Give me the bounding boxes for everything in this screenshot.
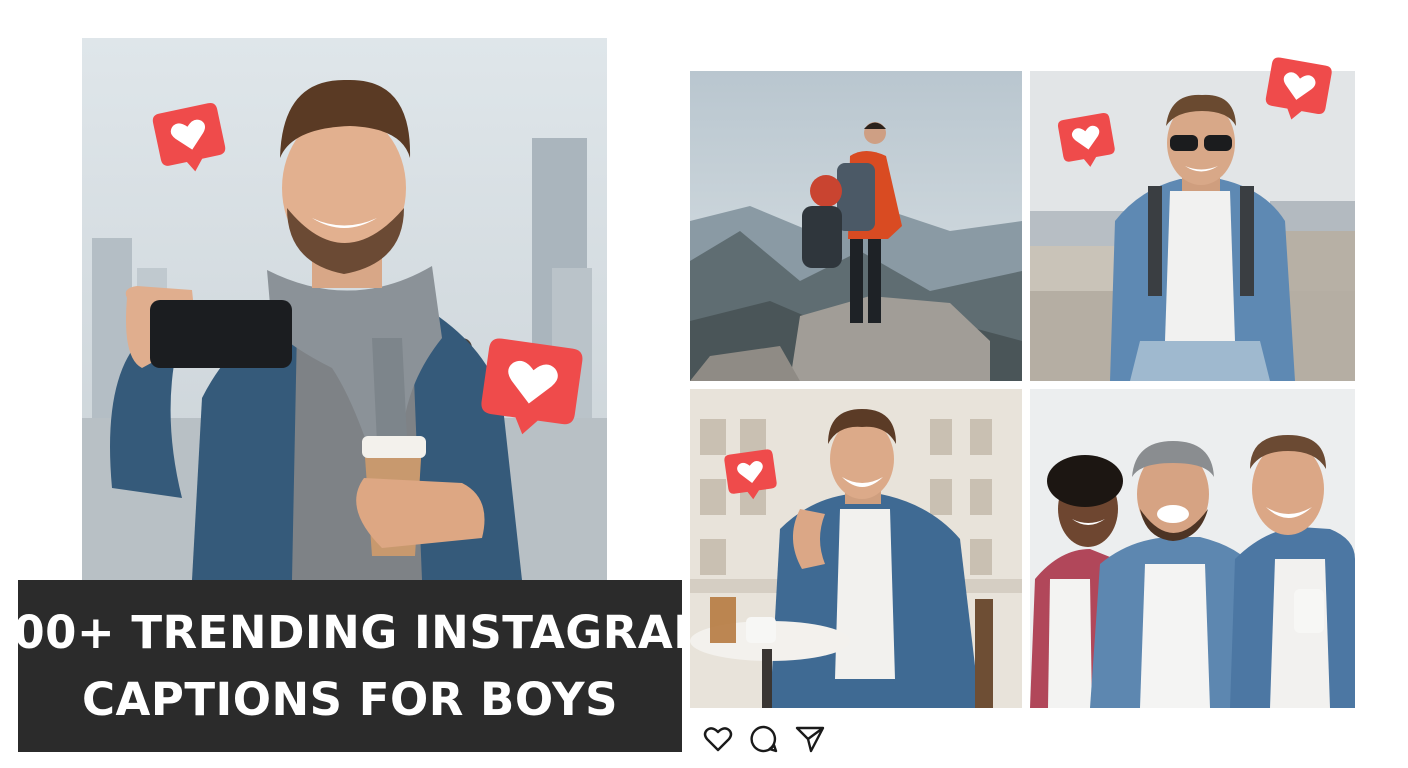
heart-icon[interactable] — [702, 723, 734, 755]
heart-like-badge-icon — [720, 446, 782, 504]
share-icon[interactable] — [794, 723, 826, 755]
heart-like-badge-icon — [148, 100, 232, 178]
three-friends-photo — [1030, 389, 1355, 708]
cafe-man-photo — [690, 389, 1022, 708]
headline-line-2: CAPTIONS FOR BOYS — [81, 673, 619, 726]
heart-like-badge-icon — [1258, 54, 1338, 126]
mountain-hiker-photo — [690, 71, 1022, 381]
comment-icon[interactable] — [748, 723, 780, 755]
headline-banner: 300+ TRENDING INSTAGRAM CAPTIONS FOR BOY… — [0, 580, 718, 752]
post-action-bar — [702, 723, 826, 755]
headline-line-1: 300+ TRENDING INSTAGRAM — [0, 605, 719, 659]
heart-like-badge-icon — [468, 332, 594, 444]
heart-like-badge-icon — [1054, 110, 1120, 172]
